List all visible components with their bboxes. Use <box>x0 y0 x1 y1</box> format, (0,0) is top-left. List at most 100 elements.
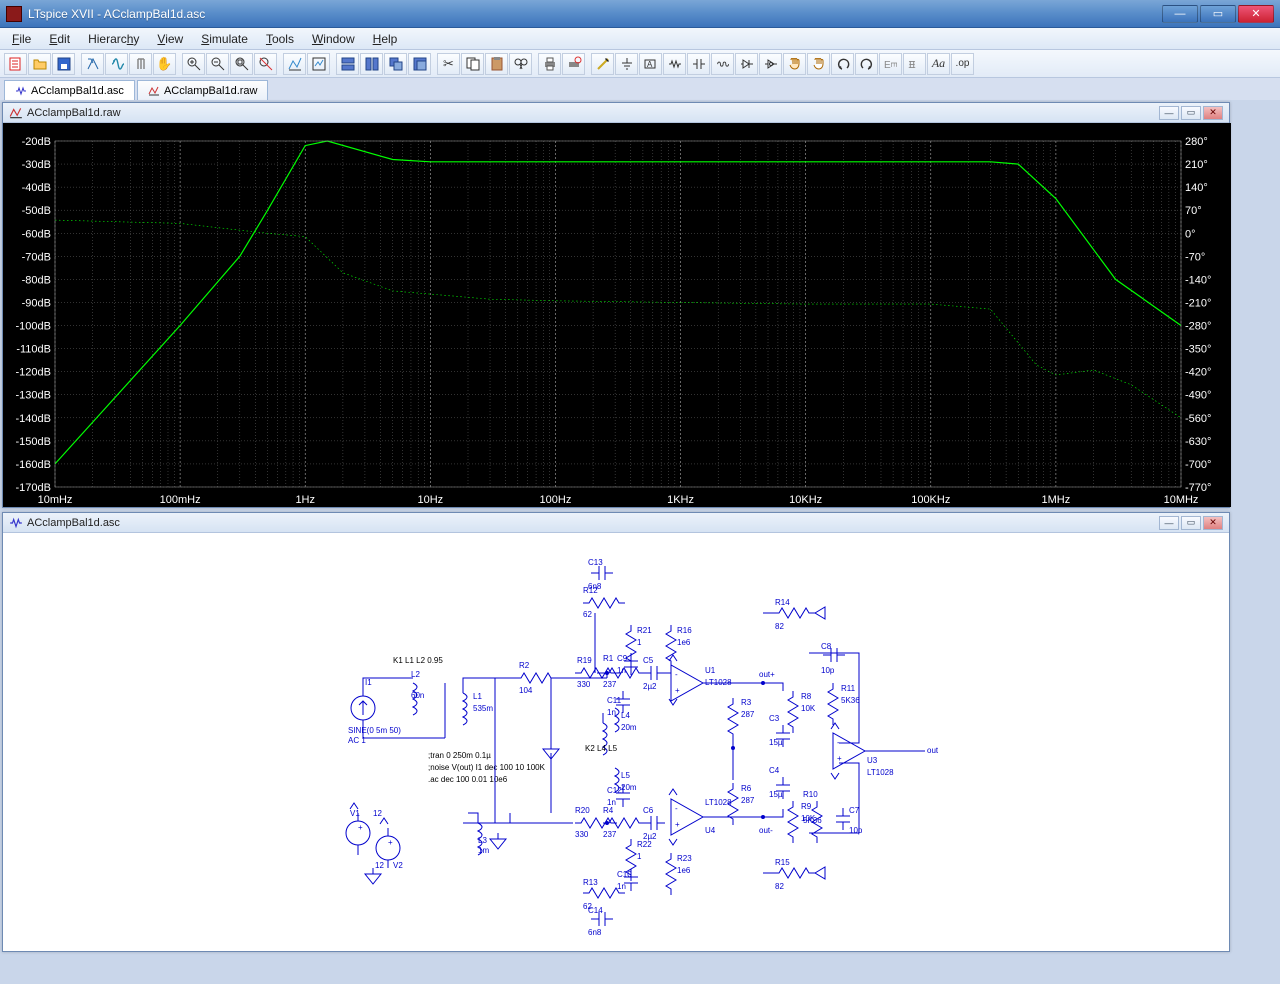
schematic-canvas[interactable]: I1SINE(0 5m 50)AC 1L260nL1535mK1 L1 L2 0… <box>3 533 1229 951</box>
childwin-titlebar[interactable]: ACclampBal1d.raw — ▭ ✕ <box>3 103 1229 123</box>
tab-schematic[interactable]: ACclampBal1d.asc <box>4 80 135 100</box>
svg-text:10Hz: 10Hz <box>417 494 443 506</box>
menu-window[interactable]: Window <box>304 30 363 48</box>
tb-halt[interactable] <box>129 53 152 75</box>
tb-copy[interactable] <box>461 53 484 75</box>
tb-control-panel[interactable] <box>81 53 104 75</box>
tb-close-all[interactable] <box>408 53 431 75</box>
tb-resistor[interactable] <box>663 53 686 75</box>
tb-open[interactable] <box>28 53 51 75</box>
tb-pan[interactable]: ✋ <box>153 53 176 75</box>
svg-text:1n: 1n <box>607 708 616 717</box>
svg-text:-560°: -560° <box>1185 413 1211 425</box>
tb-text[interactable]: Aa <box>927 53 950 75</box>
svg-text:E: E <box>908 60 915 71</box>
childwin-close[interactable]: ✕ <box>1203 106 1223 120</box>
menu-simulate[interactable]: Simulate <box>193 30 256 48</box>
tb-pick-trace[interactable] <box>283 53 306 75</box>
waveform-window[interactable]: ACclampBal1d.raw — ▭ ✕ V(out) -20dB280°-… <box>2 102 1230 508</box>
tb-rotate[interactable]: EE <box>879 53 902 75</box>
svg-text:237: 237 <box>603 830 617 839</box>
menu-file[interactable]: File <box>4 30 39 48</box>
childwin-title: ACclampBal1d.raw <box>27 107 121 119</box>
tb-ground[interactable] <box>615 53 638 75</box>
tab-waveform[interactable]: ACclampBal1d.raw <box>137 80 269 100</box>
tb-run[interactable] <box>105 53 128 75</box>
tb-new-schematic[interactable] <box>4 53 27 75</box>
tb-zoom-back[interactable] <box>254 53 277 75</box>
menu-view[interactable]: View <box>149 30 191 48</box>
svg-text:6n8: 6n8 <box>588 582 602 591</box>
svg-text:10p: 10p <box>849 826 863 835</box>
svg-text:287: 287 <box>741 710 755 719</box>
tb-zoom-in[interactable] <box>182 53 205 75</box>
svg-text:C5: C5 <box>643 656 654 665</box>
tb-tile-horizontal[interactable] <box>336 53 359 75</box>
tb-move[interactable] <box>783 53 806 75</box>
toolbar: ✋ ✂ A EE EE Aa .op <box>0 50 1280 78</box>
schematic-window[interactable]: ACclampBal1d.asc — ▭ ✕ I1SINE(0 5m 50)AC… <box>2 512 1230 952</box>
svg-text:K1 L1 L2 0.95: K1 L1 L2 0.95 <box>393 656 443 665</box>
plot-canvas[interactable]: -20dB280°-30dB210°-40dB140°-50dB70°-60dB… <box>3 123 1231 507</box>
svg-text:C8: C8 <box>821 642 832 651</box>
svg-text:AC 1: AC 1 <box>348 736 366 745</box>
tb-cascade[interactable] <box>384 53 407 75</box>
svg-text:R1: R1 <box>603 654 614 663</box>
tb-cut[interactable]: ✂ <box>437 53 460 75</box>
childwin-maximize[interactable]: ▭ <box>1181 106 1201 120</box>
tb-mirror[interactable]: EE <box>903 53 926 75</box>
tb-drag[interactable] <box>807 53 830 75</box>
menu-edit[interactable]: Edit <box>41 30 78 48</box>
menu-help[interactable]: Help <box>365 30 406 48</box>
svg-text:-100dB: -100dB <box>16 321 51 333</box>
svg-text:60n: 60n <box>411 691 424 700</box>
tb-label-net[interactable]: A <box>639 53 662 75</box>
minimize-button[interactable]: — <box>1162 5 1198 23</box>
tb-redo[interactable] <box>855 53 878 75</box>
menu-tools[interactable]: Tools <box>258 30 302 48</box>
mdi-client-area: ACclampBal1d.raw — ▭ ✕ V(out) -20dB280°-… <box>0 100 1280 984</box>
tb-draw-wire[interactable] <box>591 53 614 75</box>
tb-paste[interactable] <box>485 53 508 75</box>
maximize-button[interactable]: ▭ <box>1200 5 1236 23</box>
schematic-svg[interactable]: I1SINE(0 5m 50)AC 1L260nL1535mK1 L1 L2 0… <box>3 533 1229 951</box>
svg-text:104: 104 <box>519 686 533 695</box>
svg-text:R16: R16 <box>677 626 692 635</box>
svg-text:-140dB: -140dB <box>16 413 51 425</box>
tb-diode[interactable] <box>735 53 758 75</box>
tb-capacitor[interactable] <box>687 53 710 75</box>
svg-text:R6: R6 <box>741 784 752 793</box>
tb-print[interactable] <box>538 53 561 75</box>
tb-find[interactable] <box>509 53 532 75</box>
tb-zoom-out[interactable] <box>206 53 229 75</box>
close-button[interactable]: ✕ <box>1238 5 1274 23</box>
childwin-minimize[interactable]: — <box>1159 106 1179 120</box>
tb-setup[interactable] <box>562 53 585 75</box>
svg-text:1Hz: 1Hz <box>295 494 315 506</box>
svg-text:R2: R2 <box>519 661 530 670</box>
svg-text:C7: C7 <box>849 806 860 815</box>
tb-tile-vertical[interactable] <box>360 53 383 75</box>
tb-zoom-fit[interactable] <box>230 53 253 75</box>
svg-text:R15: R15 <box>775 858 790 867</box>
tb-undo[interactable] <box>831 53 854 75</box>
bode-plot[interactable]: V(out) -20dB280°-30dB210°-40dB140°-50dB7… <box>3 123 1229 507</box>
childwin-maximize[interactable]: ▭ <box>1181 516 1201 530</box>
svg-text:5K36: 5K36 <box>803 816 822 825</box>
svg-text:12: 12 <box>373 809 382 818</box>
svg-text:-120dB: -120dB <box>16 367 51 379</box>
svg-text:-60dB: -60dB <box>22 228 51 240</box>
menu-hierarchy[interactable]: Hierarchy <box>80 30 147 48</box>
tb-inductor[interactable] <box>711 53 734 75</box>
tb-spice-directive[interactable]: .op <box>951 53 974 75</box>
svg-text:100KHz: 100KHz <box>911 494 950 506</box>
tb-autorange[interactable] <box>307 53 330 75</box>
childwin-title: ACclampBal1d.asc <box>27 517 120 529</box>
svg-text:L3: L3 <box>478 836 487 845</box>
tb-component[interactable] <box>759 53 782 75</box>
tb-save[interactable] <box>52 53 75 75</box>
childwin-close[interactable]: ✕ <box>1203 516 1223 530</box>
childwin-minimize[interactable]: — <box>1159 516 1179 530</box>
childwin-titlebar[interactable]: ACclampBal1d.asc — ▭ ✕ <box>3 513 1229 533</box>
svg-text:2µ2: 2µ2 <box>643 682 657 691</box>
